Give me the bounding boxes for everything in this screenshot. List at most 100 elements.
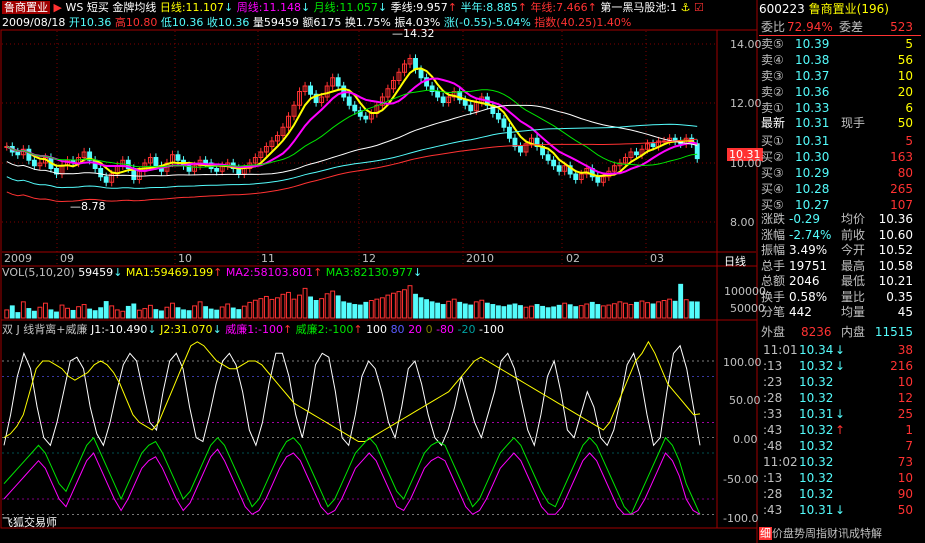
tab-3[interactable]: 周 (805, 527, 816, 540)
volume-bar (529, 305, 534, 319)
close: 收10.36 (206, 16, 250, 29)
volume-bar (551, 306, 557, 319)
tag-ws[interactable]: WS (65, 1, 83, 14)
candle-body (495, 113, 501, 120)
tick-row: :48 10.32 7 (763, 439, 913, 453)
time-label-2010: 2010 (466, 252, 494, 265)
volume-bar (374, 298, 380, 319)
candle-body (214, 168, 220, 172)
open: 开10.36 (68, 16, 112, 29)
time-label-10: 10 (178, 252, 192, 265)
volume-bar (440, 304, 446, 319)
horse-pool[interactable]: 第一黑马股池:1 (600, 1, 677, 14)
volume-bar (286, 291, 291, 319)
tab-detail[interactable]: 细 (759, 527, 772, 540)
stat-row: 涨幅 -2.74% 前收 10.60 (761, 227, 913, 242)
tab-5[interactable]: 财 (827, 527, 838, 540)
volume-bar (230, 307, 236, 319)
volume-bar (181, 309, 186, 319)
indicator-legend: 双 J 线背离+威廉 J1:-10.490↓ J2:31.070↓ 威廉1:-1… (2, 323, 504, 336)
tab-9[interactable]: 解 (871, 527, 882, 540)
volume-bar (402, 289, 407, 319)
buy-level-3: 买③ 10.29 80 (761, 166, 913, 180)
volume-bar (462, 303, 468, 319)
volume-bar (225, 303, 231, 319)
volume-bar (589, 301, 595, 319)
volume-bar (313, 300, 319, 319)
volume-bar (650, 303, 656, 319)
volume-bar (479, 299, 485, 319)
period-button[interactable]: 日线 (724, 253, 746, 269)
volume-bar (280, 293, 286, 319)
outer-inner-row: 外盘 8236 内盘 11515 (761, 325, 913, 339)
volume-bar (297, 294, 302, 319)
volume-bar (120, 310, 126, 319)
volume-bar (656, 301, 662, 319)
volume-bar (92, 310, 98, 319)
volume-bar (600, 305, 606, 319)
candle-body (26, 148, 32, 161)
volume-bar (214, 309, 220, 319)
ind-tick-neg100: -100.0 (723, 512, 759, 525)
tick-row: :28 10.32 90 (763, 487, 913, 501)
volume-bar (59, 304, 65, 319)
volume-bar (252, 299, 258, 319)
volume-bar (418, 297, 424, 319)
stat-row: 涨跌 -0.29 均价 10.36 (761, 212, 913, 226)
volume-bar (689, 301, 695, 319)
tab-1[interactable]: 盘 (783, 527, 794, 540)
ohlc-bar: 2009/08/18 开10.36 高10.80 低10.36 收10.36 量… (2, 16, 631, 30)
stat-row: 总额 2046 最低 10.21 (761, 274, 913, 288)
candle-body (518, 146, 523, 153)
volume-bar (103, 301, 109, 319)
candle-body (545, 154, 551, 161)
checkbox-icon[interactable]: ☑ (694, 1, 704, 14)
candle-body (435, 91, 441, 98)
candle-body (15, 151, 21, 156)
volume-bar (595, 304, 601, 319)
tag-gold-ma[interactable]: 金牌均线 (112, 1, 156, 14)
volume-bar (584, 303, 590, 319)
pin-icon[interactable]: ⚓ (681, 1, 691, 14)
volume-bar (457, 301, 463, 319)
tab-2[interactable]: 势 (794, 527, 805, 540)
volume-bar (578, 305, 584, 319)
tab-7[interactable]: 成 (849, 527, 860, 540)
volume-bar (506, 304, 512, 319)
tag-short-buy[interactable]: 短买 (87, 1, 109, 14)
tab-6[interactable]: 讯 (838, 527, 849, 540)
volume-bar (390, 292, 396, 319)
volume-bar (678, 283, 684, 319)
tab-0[interactable]: 价 (772, 527, 783, 540)
stock-name[interactable]: 鲁商置业 (2, 1, 50, 14)
volume-bar (42, 302, 48, 319)
volume-bar (363, 301, 369, 319)
volume-bar (308, 296, 314, 319)
ind-tick-50: 50.00 (729, 394, 761, 407)
ma-month: 月线:11.057 (313, 1, 378, 14)
volume: 量59459 (252, 16, 299, 29)
tab-4[interactable]: 指 (816, 527, 827, 540)
candle-body (31, 159, 37, 167)
candle-body (153, 157, 159, 167)
volume-bar (70, 309, 76, 319)
volume-bar (164, 306, 170, 319)
volume-bar (142, 308, 148, 319)
sell-level-2: 卖② 10.36 20 (761, 85, 913, 99)
volume-bar (87, 308, 93, 319)
turnover: 换1.75% (344, 16, 391, 29)
scroll-right-icon[interactable]: ▶ (54, 1, 62, 14)
volume-bar (622, 302, 628, 319)
candle-body (98, 168, 104, 178)
candle-body (335, 77, 341, 87)
volume-bar (81, 304, 87, 319)
volume-bar (534, 304, 540, 319)
change: 涨(-0.55)-5.04% (443, 16, 531, 29)
volume-bar (236, 309, 242, 319)
volume-bar (9, 305, 15, 319)
low: 低10.36 (160, 16, 204, 29)
tab-8[interactable]: 特 (860, 527, 871, 540)
candle-body (363, 115, 369, 120)
stat-row: 振幅 3.49% 今开 10.52 (761, 243, 913, 257)
candle-body (634, 151, 639, 156)
